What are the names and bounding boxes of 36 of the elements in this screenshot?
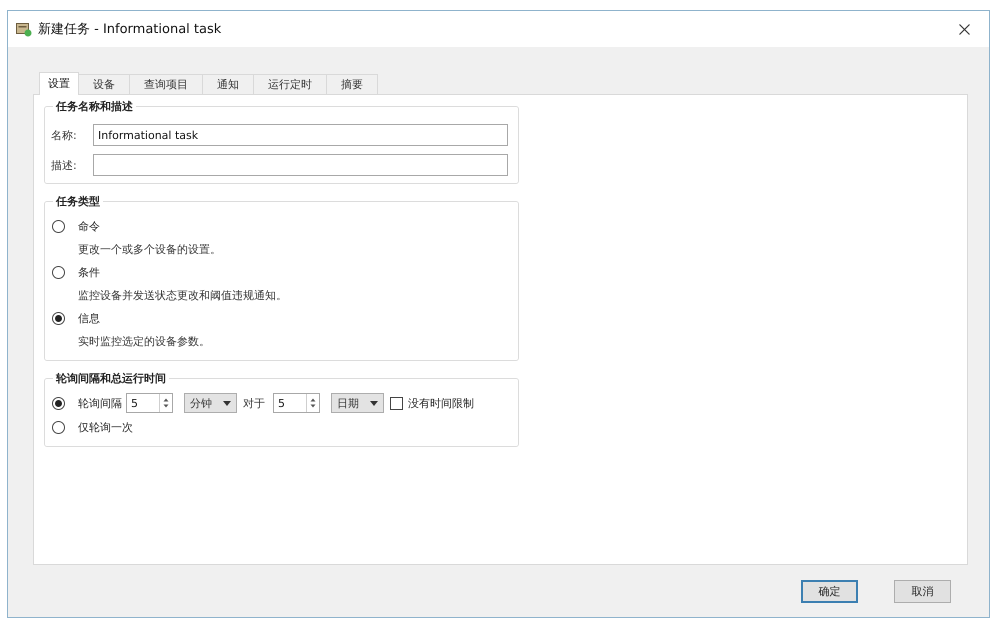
group-title: 轮询间隔和总运行时间: [54, 371, 167, 386]
tab[interactable]: 摘要: [326, 74, 378, 94]
radio-label[interactable]: 条件: [78, 265, 100, 280]
option-description: 监控设备并发送状态更改和阈值违规通知。: [78, 289, 287, 302]
radio-label[interactable]: 命令: [78, 219, 100, 234]
field-label: 名称:: [51, 128, 78, 142]
dialog-button[interactable]: 确定: [801, 580, 858, 602]
number-spinner[interactable]: 5: [126, 393, 173, 413]
field-label: 描述:: [51, 158, 78, 172]
caret-icon: [370, 400, 378, 406]
group-title: 任务名称和描述: [54, 99, 134, 114]
radio-button[interactable]: [52, 420, 65, 434]
option-description: 实时监控选定的设备参数。: [78, 335, 210, 348]
for-label: 对于: [243, 396, 265, 410]
radio-label[interactable]: 仅轮询一次: [78, 420, 133, 434]
group-title: 任务类型: [54, 194, 101, 209]
unit-dropdown[interactable]: 日期: [331, 393, 384, 413]
close-icon: [958, 24, 970, 34]
checkbox[interactable]: [390, 396, 403, 410]
caret-icon: [223, 400, 231, 406]
radio-button[interactable]: [52, 266, 65, 279]
radio-button[interactable]: [52, 220, 65, 233]
window-title: 新建任务 - Informational task: [38, 21, 222, 38]
dialog-button[interactable]: 取消: [894, 580, 951, 602]
option-description: 更改一个或多个设备的设置。: [78, 243, 221, 256]
radio-button[interactable]: [52, 312, 65, 325]
tab[interactable]: 设置: [39, 72, 79, 95]
checkbox-label[interactable]: 没有时间限制: [408, 396, 474, 410]
text-field[interactable]: [93, 154, 508, 176]
radio-label[interactable]: 信息: [78, 311, 100, 326]
unit-dropdown[interactable]: 分钟: [184, 393, 237, 413]
app-icon: [16, 21, 32, 37]
radio-label[interactable]: 轮询间隔: [78, 396, 126, 410]
radio-button[interactable]: [52, 396, 65, 410]
number-spinner[interactable]: 5: [273, 393, 320, 413]
text-field[interactable]: Informational task: [93, 124, 508, 146]
